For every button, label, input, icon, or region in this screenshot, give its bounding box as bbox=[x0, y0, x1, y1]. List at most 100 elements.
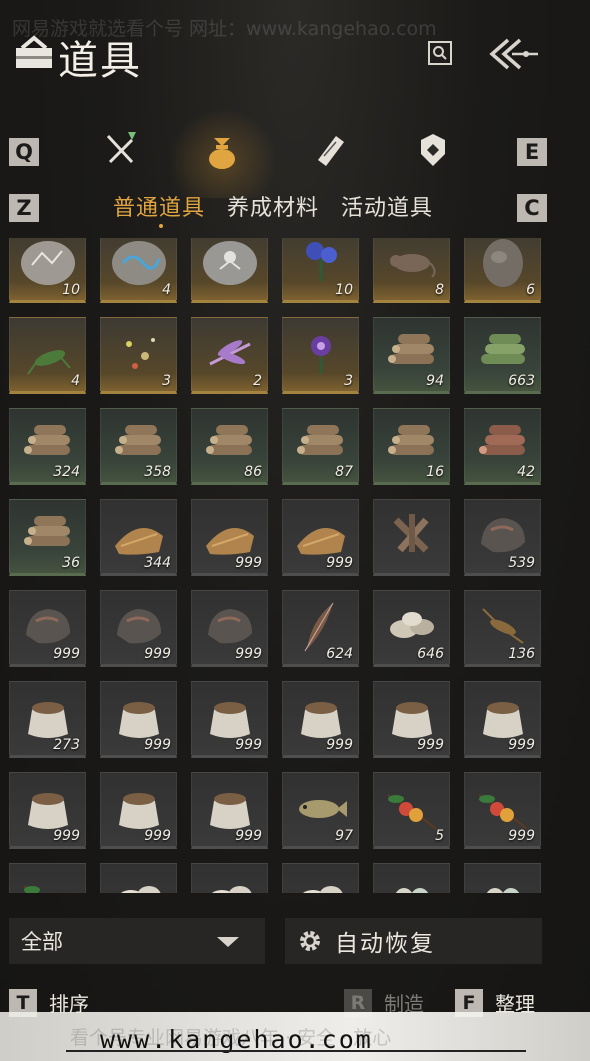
item-slot[interactable]: 86 bbox=[191, 408, 268, 485]
prev-subtab-key[interactable]: Z bbox=[9, 194, 39, 222]
shells-icon bbox=[390, 612, 434, 638]
item-slot[interactable]: 10 bbox=[282, 238, 359, 303]
item-slot[interactable]: 999 bbox=[191, 772, 268, 849]
bag-icon bbox=[16, 35, 52, 68]
item-quantity: 344 bbox=[144, 555, 171, 571]
item-slot[interactable]: 16 bbox=[373, 408, 450, 485]
prev-tab-key[interactable]: Q bbox=[9, 138, 39, 166]
item-quantity: 5 bbox=[435, 828, 444, 844]
dragonfly-icon bbox=[209, 340, 251, 366]
item-slot[interactable]: 999 bbox=[464, 681, 541, 758]
straw-bundle-icon bbox=[206, 528, 254, 555]
item-slot[interactable]: 273 bbox=[9, 681, 86, 758]
grain-sack-icon bbox=[119, 702, 159, 738]
subtab-growth-materials[interactable]: 养成材料 bbox=[227, 190, 319, 222]
item-slot[interactable]: 999 bbox=[191, 590, 268, 667]
tab-badges[interactable] bbox=[411, 128, 455, 172]
grain-sack-icon bbox=[119, 793, 159, 829]
item-slot[interactable]: 5 bbox=[373, 772, 450, 849]
item-slot[interactable]: 999 bbox=[9, 590, 86, 667]
item-slot[interactable]: 663 bbox=[464, 317, 541, 394]
grain-sack-icon bbox=[392, 702, 432, 738]
item-slot[interactable] bbox=[373, 863, 450, 893]
item-slot[interactable]: 324 bbox=[9, 408, 86, 485]
item-quantity: 4 bbox=[162, 282, 171, 298]
item-slot[interactable]: 10 bbox=[9, 238, 86, 303]
item-slot[interactable] bbox=[282, 863, 359, 893]
next-tab-key[interactable]: E bbox=[517, 138, 547, 166]
item-slot[interactable]: 6 bbox=[464, 238, 541, 303]
item-slot[interactable]: 999 bbox=[464, 772, 541, 849]
eggs-icon bbox=[486, 888, 520, 893]
item-slot[interactable]: 999 bbox=[282, 499, 359, 576]
badge-icon bbox=[421, 134, 445, 166]
item-quantity: 136 bbox=[508, 646, 535, 662]
wood-logs-icon bbox=[24, 516, 70, 546]
item-slot[interactable]: 344 bbox=[100, 499, 177, 576]
item-quantity: 999 bbox=[508, 828, 535, 844]
item-quantity: 999 bbox=[144, 646, 171, 662]
item-quantity: 10 bbox=[62, 282, 80, 298]
item-quantity: 16 bbox=[426, 464, 444, 480]
item-slot[interactable]: 94 bbox=[373, 317, 450, 394]
item-slot[interactable] bbox=[191, 863, 268, 893]
item-slot[interactable]: 3 bbox=[100, 317, 177, 394]
item-slot[interactable]: 999 bbox=[191, 681, 268, 758]
search-button[interactable] bbox=[428, 41, 452, 65]
subtab-common-items[interactable]: 普通道具 bbox=[113, 190, 205, 222]
item-slot[interactable]: 999 bbox=[191, 499, 268, 576]
active-subtab-indicator bbox=[159, 224, 163, 228]
item-slot[interactable]: 624 bbox=[282, 590, 359, 667]
tab-scrolls[interactable] bbox=[308, 128, 352, 172]
item-slot[interactable]: 646 bbox=[373, 590, 450, 667]
next-subtab-key[interactable]: C bbox=[517, 194, 547, 222]
ore-rock-icon bbox=[26, 609, 70, 644]
item-slot[interactable]: 8 bbox=[373, 238, 450, 303]
fish-icon bbox=[299, 800, 347, 818]
item-slot[interactable]: 2 bbox=[191, 317, 268, 394]
caret-down-icon bbox=[217, 937, 239, 947]
item-quantity: 42 bbox=[517, 464, 535, 480]
item-slot[interactable]: 4 bbox=[100, 238, 177, 303]
double-chevron-left-icon[interactable] bbox=[486, 36, 542, 72]
wood-logs-icon bbox=[115, 425, 161, 455]
item-slot[interactable]: 136 bbox=[464, 590, 541, 667]
item-slot[interactable]: 97 bbox=[282, 772, 359, 849]
item-slot[interactable] bbox=[9, 863, 86, 893]
item-slot[interactable] bbox=[100, 863, 177, 893]
tab-items[interactable] bbox=[200, 130, 244, 174]
item-quantity: 999 bbox=[326, 555, 353, 571]
item-slot[interactable] bbox=[191, 238, 268, 303]
item-slot[interactable]: 999 bbox=[100, 772, 177, 849]
wood-logs-icon bbox=[297, 425, 343, 455]
filter-dropdown[interactable]: 全部 bbox=[9, 918, 265, 964]
ore-rock-icon bbox=[117, 609, 161, 644]
tab-equipment[interactable] bbox=[100, 128, 144, 172]
item-quantity: 10 bbox=[335, 282, 353, 298]
page-title: 道具 bbox=[58, 38, 142, 84]
gear-icon bbox=[300, 931, 320, 951]
item-quantity: 999 bbox=[144, 828, 171, 844]
item-slot[interactable]: 999 bbox=[100, 590, 177, 667]
item-slot[interactable]: 999 bbox=[282, 681, 359, 758]
item-quantity: 999 bbox=[508, 737, 535, 753]
item-quantity: 4 bbox=[71, 373, 80, 389]
subtab-event-items[interactable]: 活动道具 bbox=[341, 190, 433, 222]
auto-restore-button[interactable]: 自动恢复 bbox=[285, 918, 542, 964]
item-slot[interactable]: 3 bbox=[282, 317, 359, 394]
item-slot[interactable]: 36 bbox=[9, 499, 86, 576]
grain-sack-icon bbox=[210, 793, 250, 829]
item-slot[interactable] bbox=[464, 863, 541, 893]
item-slot[interactable]: 4 bbox=[9, 317, 86, 394]
item-slot[interactable]: 358 bbox=[100, 408, 177, 485]
item-quantity: 36 bbox=[62, 555, 80, 571]
item-slot[interactable] bbox=[373, 499, 450, 576]
item-slot[interactable]: 999 bbox=[9, 772, 86, 849]
item-slot[interactable]: 999 bbox=[373, 681, 450, 758]
item-slot[interactable]: 999 bbox=[100, 681, 177, 758]
item-slot[interactable]: 539 bbox=[464, 499, 541, 576]
item-slot[interactable]: 87 bbox=[282, 408, 359, 485]
item-grid-viewport[interactable]: 10 4 10 8 6 4 3 2 3 94 663 324 358 86 87 16 42 36 344 999 99… bbox=[0, 238, 590, 893]
item-slot[interactable]: 42 bbox=[464, 408, 541, 485]
item-quantity: 999 bbox=[235, 737, 262, 753]
